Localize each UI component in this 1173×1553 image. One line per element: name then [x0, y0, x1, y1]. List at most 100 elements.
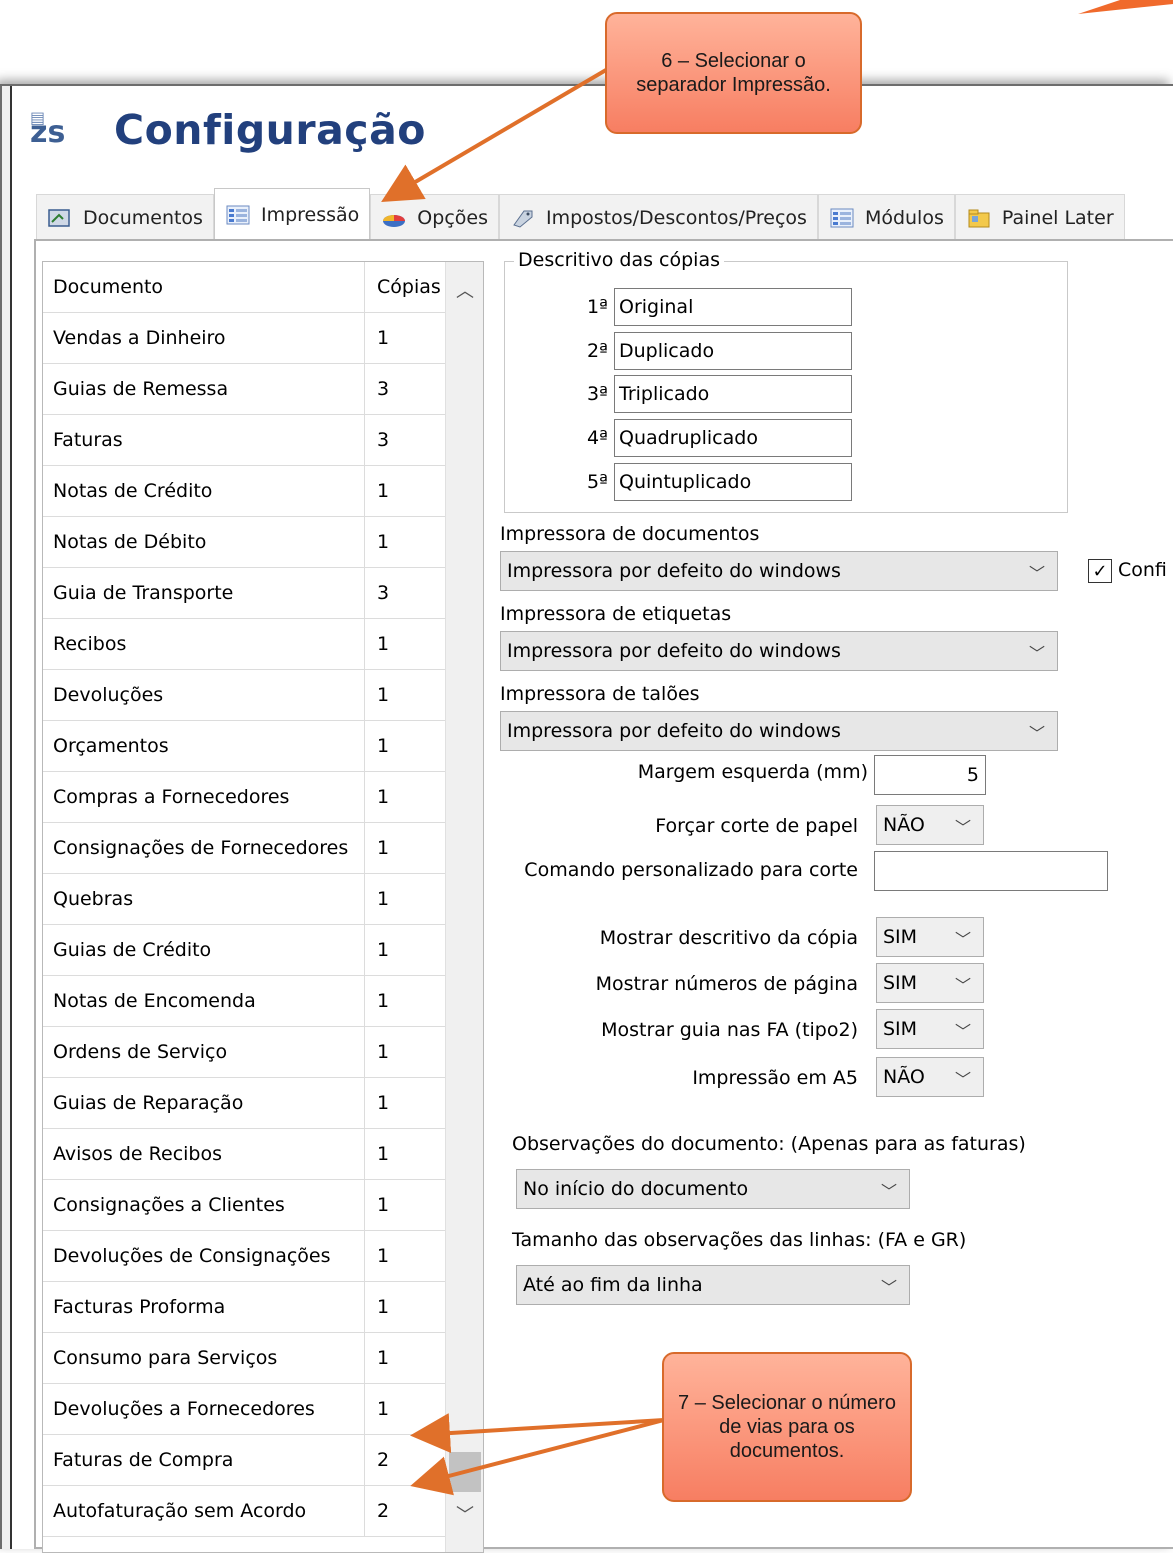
line-observations-select[interactable]: Até ao fim da linha ﹀: [516, 1265, 910, 1305]
copies-cell[interactable]: 1: [365, 1129, 441, 1179]
scroll-up-icon[interactable]: ︿: [446, 270, 483, 310]
copies-cell[interactable]: 1: [365, 976, 441, 1026]
force-cut-select[interactable]: NÃO ﹀: [876, 805, 984, 845]
document-printer-select[interactable]: Impressora por defeito do windows ﹀: [500, 551, 1058, 591]
table-row[interactable]: Guias de Reparação 1: [43, 1078, 483, 1129]
label-printer-select[interactable]: Impressora por defeito do windows ﹀: [500, 631, 1058, 671]
table-row[interactable]: Notas de Encomenda 1: [43, 976, 483, 1027]
tab-impostos[interactable]: Impostos/Descontos/Preços: [498, 194, 818, 240]
copy-row-1: 1ª Original: [546, 287, 852, 327]
document-name-cell: Facturas Proforma: [43, 1282, 365, 1332]
copy-5-input[interactable]: Quintuplicado: [614, 463, 852, 501]
copies-cell[interactable]: 1: [365, 1027, 441, 1077]
copies-cell[interactable]: 1: [365, 1180, 441, 1230]
line-observations-value: Até ao fim da linha: [523, 1274, 703, 1296]
copies-description-legend: Descritivo das cópias: [514, 249, 724, 271]
chevron-down-icon: ﹀: [954, 1070, 971, 1089]
confirm-checkbox[interactable]: ✓: [1088, 559, 1112, 583]
tab-label: Painel Later: [1001, 206, 1114, 229]
table-row[interactable]: Notas de Crédito 1: [43, 466, 483, 517]
show-page-numbers-select[interactable]: SIM ﹀: [876, 963, 984, 1003]
table-row[interactable]: Orçamentos 1: [43, 721, 483, 772]
table-row[interactable]: Avisos de Recibos 1: [43, 1129, 483, 1180]
table-row[interactable]: Guias de Remessa 3: [43, 364, 483, 415]
table-row[interactable]: Notas de Débito 1: [43, 517, 483, 568]
document-name-cell: Ordens de Serviço: [43, 1027, 365, 1077]
table-row[interactable]: Devoluções de Consignações 1: [43, 1231, 483, 1282]
show-page-numbers-label: Mostrar números de página: [595, 973, 858, 995]
document-name-cell: Autofaturação sem Acordo: [43, 1486, 365, 1536]
table-row[interactable]: Recibos 1: [43, 619, 483, 670]
copies-cell[interactable]: 1: [365, 1384, 441, 1434]
tab-label: Documentos: [83, 206, 203, 229]
copies-cell[interactable]: 1: [365, 1282, 441, 1332]
table-row[interactable]: Faturas 3: [43, 415, 483, 466]
copies-cell[interactable]: 1: [365, 721, 441, 771]
copies-cell[interactable]: 3: [365, 415, 441, 465]
tab-impressao[interactable]: Impressão: [213, 188, 371, 240]
copies-cell[interactable]: 1: [365, 1333, 441, 1383]
table-row[interactable]: Compras a Fornecedores 1: [43, 772, 483, 823]
print-a5-select[interactable]: NÃO ﹀: [876, 1057, 984, 1097]
copy-4-input[interactable]: Quadruplicado: [614, 419, 852, 457]
scroll-thumb[interactable]: [449, 1452, 481, 1492]
tab-modulos[interactable]: Módulos: [817, 194, 955, 240]
table-row[interactable]: Consignações a Clientes 1: [43, 1180, 483, 1231]
table-row[interactable]: Facturas Proforma 1: [43, 1282, 483, 1333]
copies-cell[interactable]: 1: [365, 670, 441, 720]
copies-cell[interactable]: 1: [365, 925, 441, 975]
table-row[interactable]: Vendas a Dinheiro 1: [43, 313, 483, 364]
scroll-down-icon[interactable]: ﹀: [446, 1494, 483, 1534]
chevron-down-icon: ﹀: [880, 1278, 897, 1297]
copy-ordinal: 4ª: [586, 427, 608, 449]
table-scrollbar[interactable]: ︿ ﹀: [445, 262, 483, 1552]
table-row[interactable]: Consumo para Serviços 1: [43, 1333, 483, 1384]
tag-icon: [510, 207, 536, 229]
copies-cell[interactable]: 1: [365, 619, 441, 669]
tab-opcoes[interactable]: Opções: [370, 194, 499, 240]
copies-cell[interactable]: 3: [365, 568, 441, 618]
copy-2-input[interactable]: Duplicado: [614, 332, 852, 370]
table-row[interactable]: Consignações de Fornecedores 1: [43, 823, 483, 874]
copies-cell[interactable]: 2: [365, 1435, 441, 1485]
table-row[interactable]: Quebras 1: [43, 874, 483, 925]
document-name-cell: Faturas: [43, 415, 365, 465]
copies-cell[interactable]: 1: [365, 1078, 441, 1128]
table-row[interactable]: Guia de Transporte 3: [43, 568, 483, 619]
copies-cell[interactable]: 1: [365, 517, 441, 567]
force-cut-label: Forçar corte de papel: [655, 815, 858, 837]
confirm-label: Confi: [1118, 559, 1167, 581]
table-row[interactable]: Autofaturação sem Acordo 2: [43, 1486, 483, 1537]
copies-cell[interactable]: 1: [365, 874, 441, 924]
copies-cell[interactable]: 1: [365, 772, 441, 822]
copy-3-input[interactable]: Triplicado: [614, 375, 852, 413]
copy-row-5: 5ª Quintuplicado: [546, 462, 852, 502]
copies-cell[interactable]: 1: [365, 313, 441, 363]
document-name-cell: Recibos: [43, 619, 365, 669]
custom-cut-input[interactable]: [874, 851, 1108, 891]
copies-cell[interactable]: 2: [365, 1486, 441, 1536]
tab-documentos[interactable]: Documentos: [36, 194, 214, 240]
ticket-printer-select[interactable]: Impressora por defeito do windows ﹀: [500, 711, 1058, 751]
left-margin-input[interactable]: 5: [874, 755, 986, 795]
table-row[interactable]: Devoluções a Fornecedores 1: [43, 1384, 483, 1435]
table-row[interactable]: Devoluções 1: [43, 670, 483, 721]
copies-cell[interactable]: 1: [365, 466, 441, 516]
tab-painel-lateral[interactable]: Painel Later: [954, 194, 1125, 240]
table-row[interactable]: Guias de Crédito 1: [43, 925, 483, 976]
doc-observations-select[interactable]: No início do documento ﹀: [516, 1169, 910, 1209]
custom-cut-label: Comando personalizado para corte: [524, 859, 858, 881]
copies-cell[interactable]: 1: [365, 823, 441, 873]
copy-1-input[interactable]: Original: [614, 288, 852, 326]
table-row[interactable]: Faturas de Compra 2: [43, 1435, 483, 1486]
show-guide-select[interactable]: SIM ﹀: [876, 1009, 984, 1049]
documents-copies-table: Documento Cópias Vendas a Dinheiro 1 Guias…: [42, 261, 484, 1553]
copies-cell[interactable]: 1: [365, 1231, 441, 1281]
table-row[interactable]: Ordens de Serviço 1: [43, 1027, 483, 1078]
copies-cell[interactable]: 3: [365, 364, 441, 414]
show-copy-desc-select[interactable]: SIM ﹀: [876, 917, 984, 957]
label-printer-label: Impressora de etiquetas: [500, 603, 732, 625]
chevron-down-icon: ﹀: [954, 976, 971, 995]
table-header: Documento Cópias: [43, 262, 483, 313]
document-name-cell: Notas de Crédito: [43, 466, 365, 516]
